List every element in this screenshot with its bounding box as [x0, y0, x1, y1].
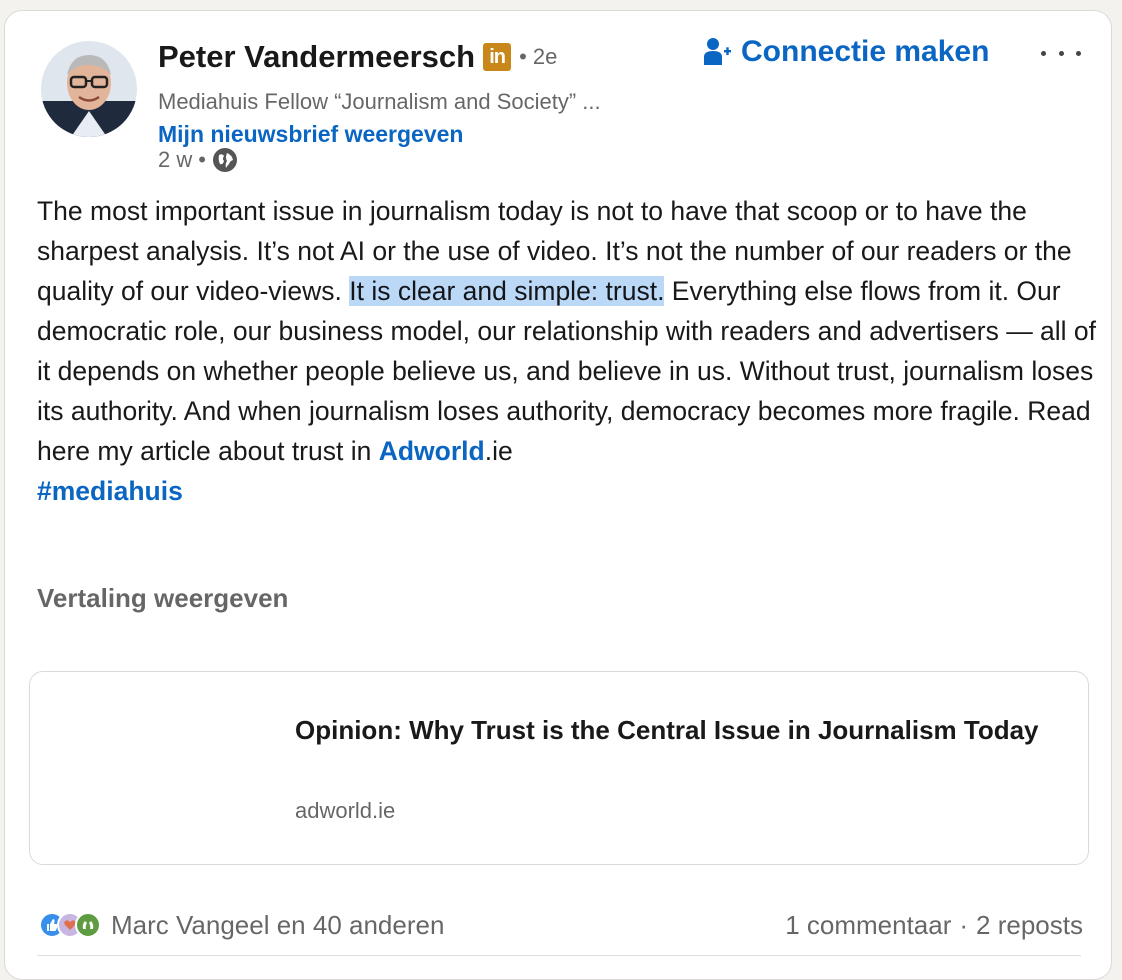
- ellipsis-icon[interactable]: [1041, 41, 1081, 65]
- reactions-label[interactable]: Marc Vangeel en 40 anderen: [111, 910, 444, 941]
- connect-label[interactable]: Connectie maken: [741, 35, 989, 69]
- hashtag-link[interactable]: #mediahuis: [37, 476, 183, 506]
- reactions-summary[interactable]: Marc Vangeel en 40 anderen: [39, 905, 444, 945]
- article-title[interactable]: Opinion: Why Trust is the Central Issue …: [295, 710, 1055, 750]
- add-person-icon: [703, 37, 731, 67]
- connect-button[interactable]: Connectie maken: [703, 35, 989, 69]
- author-headline: Mediahuis Fellow “Journalism and Society…: [158, 89, 601, 114]
- connection-degree: • 2e: [519, 44, 558, 69]
- post-text: The most important issue in journalism t…: [37, 191, 1097, 511]
- author-avatar[interactable]: [41, 41, 137, 137]
- article-source: adworld.ie: [295, 798, 396, 823]
- post-meta: 2 w •: [158, 145, 238, 175]
- counts-separator: ·: [959, 909, 969, 940]
- divider: [37, 955, 1081, 956]
- author-name-text[interactable]: Peter Vandermeersch: [158, 39, 475, 75]
- post-time: 2 w: [158, 147, 193, 172]
- meta-separator: •: [198, 147, 206, 172]
- globe-icon: [212, 147, 238, 173]
- premium-badge-icon: in: [483, 43, 512, 71]
- newsletter-link[interactable]: Mijn nieuwsbrief weergeven: [158, 121, 463, 148]
- engagement-counts: 1 commentaar · 2 reposts: [785, 905, 1083, 945]
- article-preview-card[interactable]: Opinion: Why Trust is the Central Issue …: [29, 671, 1089, 865]
- comments-count[interactable]: 1 commentaar: [785, 910, 951, 941]
- author-name[interactable]: Peter Vandermeersch in • 2e: [158, 39, 557, 75]
- highlighted-text: It is clear and simple: trust.: [349, 276, 665, 306]
- post-card: Peter Vandermeersch in • 2e Mediahuis Fe…: [4, 10, 1112, 980]
- article-thumbnail[interactable]: [44, 686, 274, 850]
- adworld-link[interactable]: Adworld: [379, 436, 485, 466]
- reposts-count[interactable]: 2 reposts: [976, 910, 1083, 941]
- link-suffix: .ie: [484, 436, 513, 466]
- reaction-icons: [39, 912, 101, 938]
- show-translation-button[interactable]: Vertaling weergeven: [37, 583, 288, 614]
- support-icon: [75, 912, 101, 938]
